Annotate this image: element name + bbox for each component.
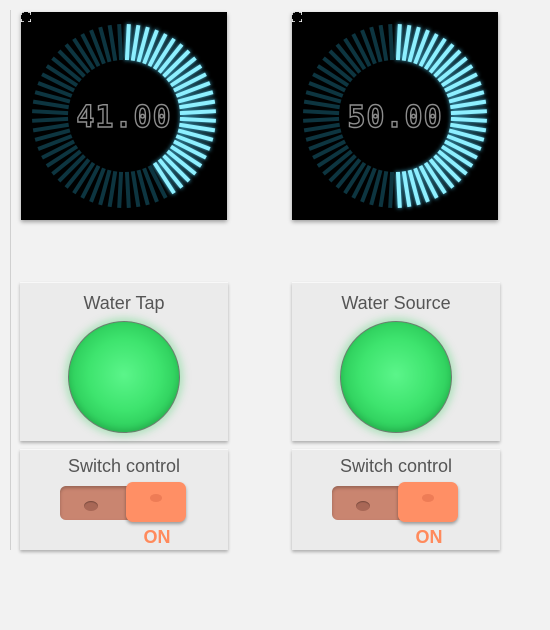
switch-knob[interactable]: [398, 482, 458, 522]
gauge-segment-inactive: [378, 170, 389, 208]
switch-state-label: ON: [143, 527, 171, 547]
switch-off-dot: [84, 501, 98, 511]
gauge-panel-2: 50.00: [292, 12, 498, 220]
gauge-readout-1: 41.00: [76, 99, 172, 135]
gauge-panel-1: 41.00: [21, 12, 227, 220]
indicator-title: Water Source: [341, 293, 451, 313]
fullscreen-icon[interactable]: [292, 12, 302, 22]
page-divider: [10, 10, 11, 550]
indicator-card-water-source: Water Source: [292, 282, 500, 441]
switch-title: Switch control: [339, 456, 453, 476]
indicator-card-water-tap: Water Tap: [20, 282, 228, 441]
gauge-segment-active: [401, 24, 412, 62]
gauge-segment-inactive: [117, 171, 124, 208]
switch-title: Switch control: [67, 456, 181, 476]
gauge-readout-2: 50.00: [347, 99, 443, 135]
status-led-water-tap: [68, 321, 180, 433]
switch-knob-dot: [422, 494, 434, 502]
gauge-segment-inactive: [107, 170, 118, 208]
indicator-title: Water Tap: [83, 293, 165, 313]
gauge-segment-inactive: [388, 24, 395, 61]
switch-off-dot: [356, 501, 370, 511]
gauge-segment-inactive: [124, 171, 131, 208]
switch-card-2: Switch control ON: [292, 449, 500, 550]
switch-toggle-1[interactable]: [60, 482, 186, 522]
switch-knob[interactable]: [126, 482, 186, 522]
gauge-segment-active: [130, 24, 141, 62]
gauge-segment-active: [401, 170, 412, 208]
gauge-segment-inactive: [378, 24, 389, 62]
gauge-segment-inactive: [388, 171, 395, 208]
status-led-water-source: [340, 321, 452, 433]
gauge-segment-inactive: [130, 170, 141, 208]
gauge-segment-active: [395, 171, 402, 208]
gauge-segment-inactive: [107, 24, 118, 62]
gauge-segment-inactive: [117, 24, 124, 61]
switch-knob-dot: [150, 494, 162, 502]
switch-state-label: ON: [415, 527, 443, 547]
switch-toggle-2[interactable]: [332, 482, 458, 522]
gauge-segment-active: [395, 24, 402, 61]
switch-card-1: Switch control ON: [20, 449, 228, 550]
gauge-segment-active: [124, 24, 131, 61]
fullscreen-icon[interactable]: [21, 12, 31, 22]
